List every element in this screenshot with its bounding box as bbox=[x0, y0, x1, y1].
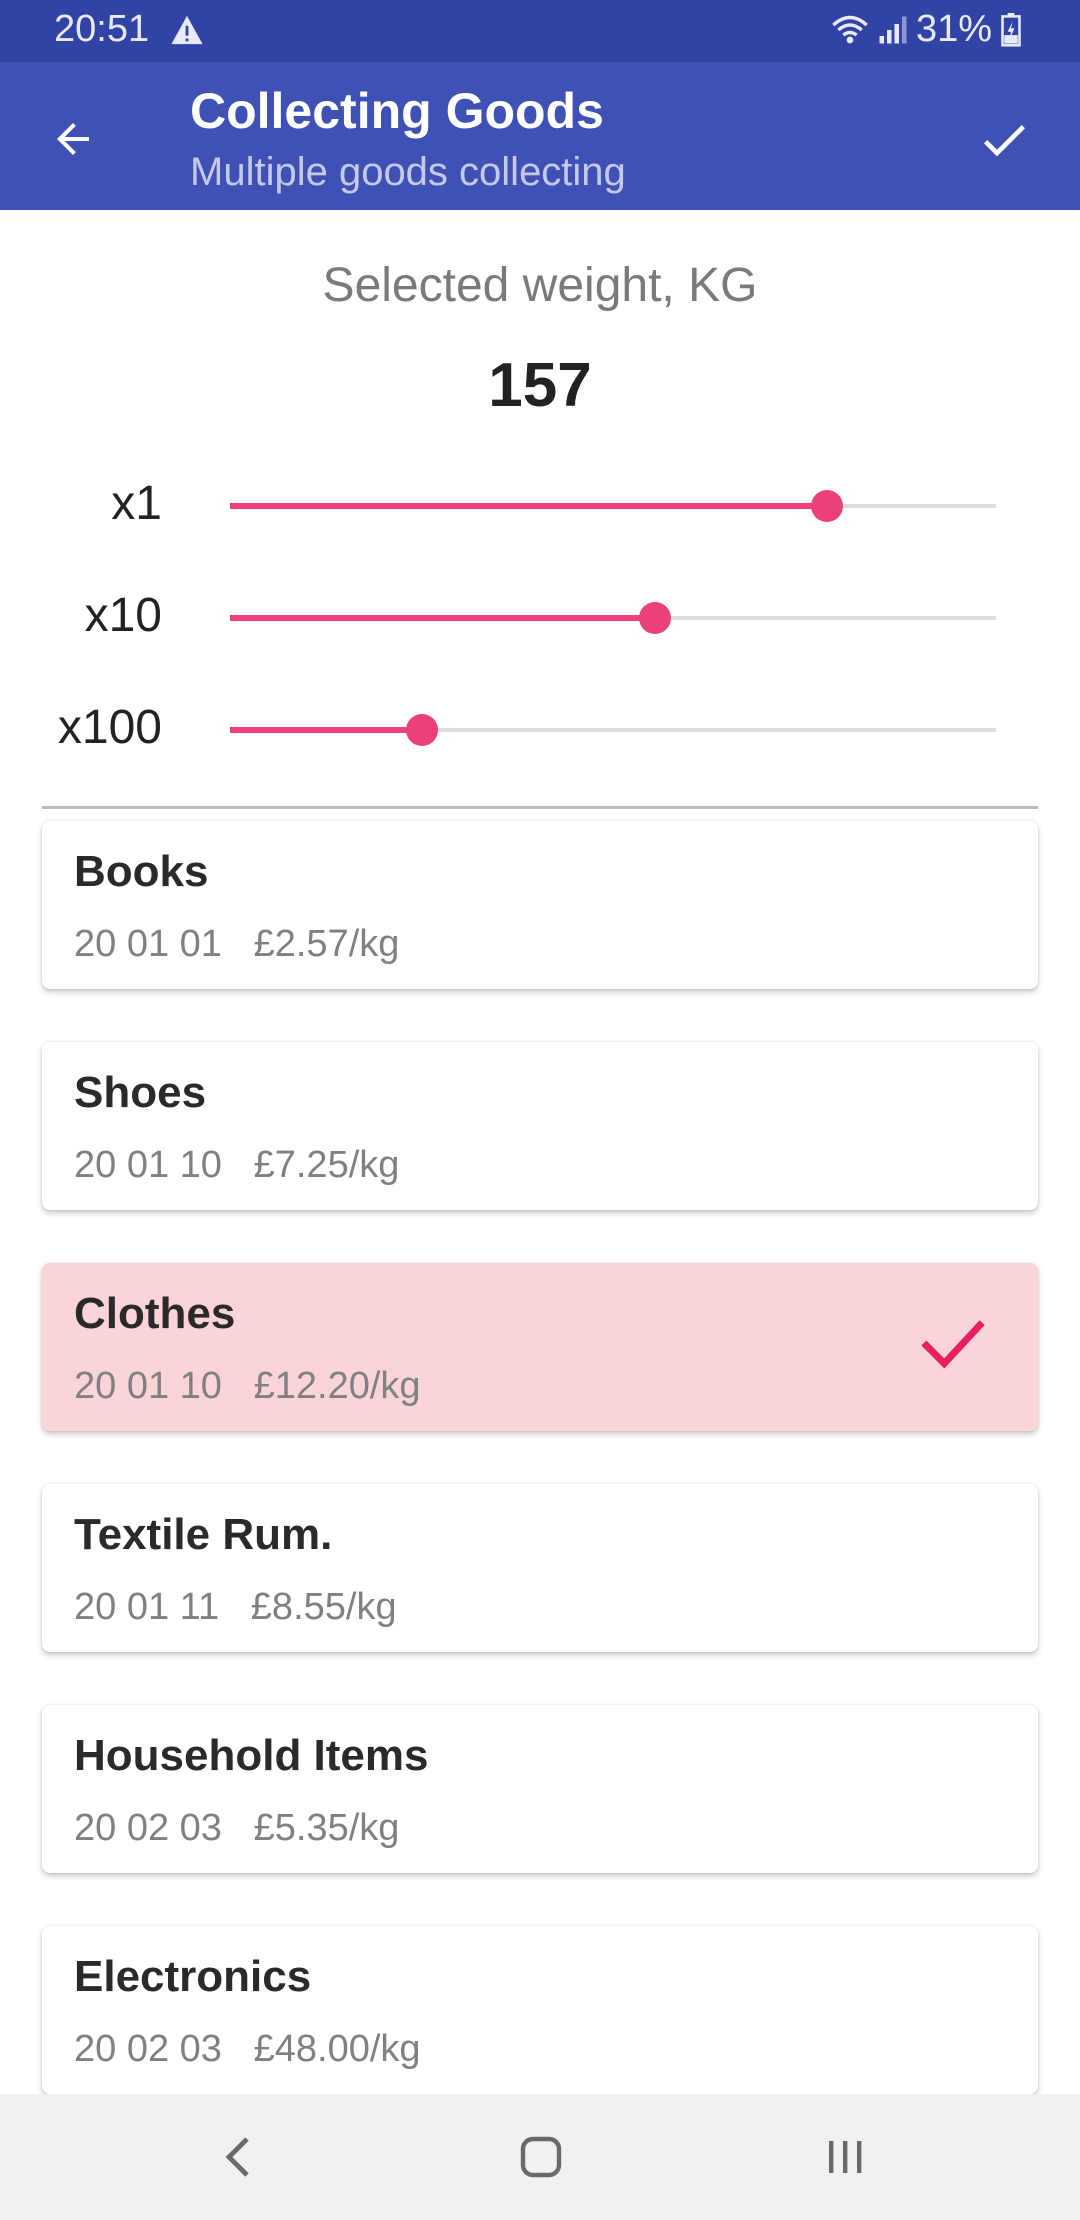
status-bar: 20:51 31% bbox=[0, 0, 1080, 62]
arrow-back-icon bbox=[57, 123, 89, 155]
signal-icon bbox=[879, 16, 907, 43]
slider-track[interactable] bbox=[230, 714, 996, 746]
goods-meta: 20 01 01 £2.57/kg bbox=[74, 923, 399, 966]
goods-name: Household Items bbox=[74, 1731, 429, 1780]
nav-recents-icon bbox=[829, 2141, 862, 2173]
slider-track[interactable] bbox=[230, 602, 996, 634]
goods-name: Shoes bbox=[74, 1068, 207, 1117]
goods-name: Clothes bbox=[74, 1289, 236, 1338]
slider-fill bbox=[230, 615, 656, 621]
goods-card-household-items[interactable]: Household Items 20 02 03 £5.35/kg bbox=[42, 1705, 1038, 1873]
slider-fill bbox=[230, 503, 828, 509]
goods-meta: 20 02 03 £48.00/kg bbox=[74, 2028, 421, 2071]
goods-price: £12.20/kg bbox=[253, 1365, 421, 1407]
nav-recents-button[interactable] bbox=[812, 2126, 878, 2188]
goods-card-books[interactable]: Books 20 01 01 £2.57/kg bbox=[42, 821, 1038, 989]
goods-code: 20 02 03 bbox=[74, 1807, 222, 1849]
confirm-button[interactable] bbox=[966, 102, 1042, 178]
goods-price: £2.57/kg bbox=[253, 923, 400, 965]
goods-meta: 20 02 03 £5.35/kg bbox=[74, 1807, 399, 1850]
page-title: Collecting Goods bbox=[190, 83, 604, 139]
goods-price: £48.00/kg bbox=[253, 2028, 421, 2070]
selected-check-icon bbox=[921, 1320, 985, 1369]
goods-name: Textile Rum. bbox=[74, 1510, 333, 1559]
goods-name: Electronics bbox=[74, 1952, 312, 2001]
nav-home-icon bbox=[520, 2136, 562, 2178]
slider-x1: x1 bbox=[0, 466, 1080, 546]
goods-code: 20 02 03 bbox=[74, 2028, 222, 2070]
weight-label: Selected weight, KG bbox=[322, 259, 758, 312]
status-indicators: 31% bbox=[830, 8, 1030, 51]
goods-name: Books bbox=[74, 847, 209, 896]
slider-fill bbox=[230, 727, 422, 733]
slider-x10: x10 bbox=[0, 578, 1080, 658]
warning-icon bbox=[171, 15, 203, 45]
goods-card-clothes[interactable]: Clothes 20 01 10 £12.20/kg bbox=[42, 1263, 1038, 1431]
app-bar: Collecting Goods Multiple goods collecti… bbox=[0, 62, 1080, 210]
slider-x100: x100 bbox=[0, 690, 1080, 770]
goods-price: £7.25/kg bbox=[253, 1144, 400, 1186]
goods-card-shoes[interactable]: Shoes 20 01 10 £7.25/kg bbox=[42, 1042, 1038, 1210]
wifi-icon bbox=[832, 15, 868, 43]
page-subtitle: Multiple goods collecting bbox=[190, 150, 626, 194]
status-time: 20:51 bbox=[54, 8, 150, 50]
battery-icon bbox=[1001, 12, 1021, 47]
weight-value: 157 bbox=[488, 351, 592, 420]
system-nav-bar bbox=[0, 2094, 1080, 2220]
slider-thumb[interactable] bbox=[811, 490, 844, 522]
goods-meta: 20 01 10 £12.20/kg bbox=[74, 1365, 421, 1408]
goods-price: £8.55/kg bbox=[250, 1586, 397, 1628]
goods-code: 20 01 01 bbox=[74, 923, 222, 965]
goods-code: 20 01 11 bbox=[74, 1586, 220, 1628]
slider-thumb[interactable] bbox=[639, 602, 672, 634]
divider bbox=[42, 806, 1038, 809]
back-button[interactable] bbox=[40, 106, 106, 172]
slider-label: x1 bbox=[111, 477, 162, 530]
goods-meta: 20 01 11 £8.55/kg bbox=[74, 1586, 397, 1629]
goods-card-electronics[interactable]: Electronics 20 02 03 £48.00/kg bbox=[42, 1926, 1038, 2094]
slider-thumb[interactable] bbox=[405, 714, 438, 746]
nav-back-button[interactable] bbox=[206, 2126, 272, 2188]
battery-percent: 31% bbox=[915, 8, 992, 50]
goods-meta: 20 01 10 £7.25/kg bbox=[74, 1144, 399, 1187]
slider-label: x100 bbox=[57, 701, 162, 754]
goods-price: £5.35/kg bbox=[253, 1807, 400, 1849]
goods-code: 20 01 10 bbox=[74, 1365, 222, 1407]
goods-code: 20 01 10 bbox=[74, 1144, 222, 1186]
nav-home-button[interactable] bbox=[508, 2126, 574, 2188]
slider-label: x10 bbox=[84, 589, 162, 642]
nav-back-icon bbox=[225, 2137, 249, 2177]
check-icon bbox=[983, 125, 1025, 157]
goods-card-textile-rum[interactable]: Textile Rum. 20 01 11 £8.55/kg bbox=[42, 1484, 1038, 1652]
slider-track[interactable] bbox=[230, 490, 996, 522]
